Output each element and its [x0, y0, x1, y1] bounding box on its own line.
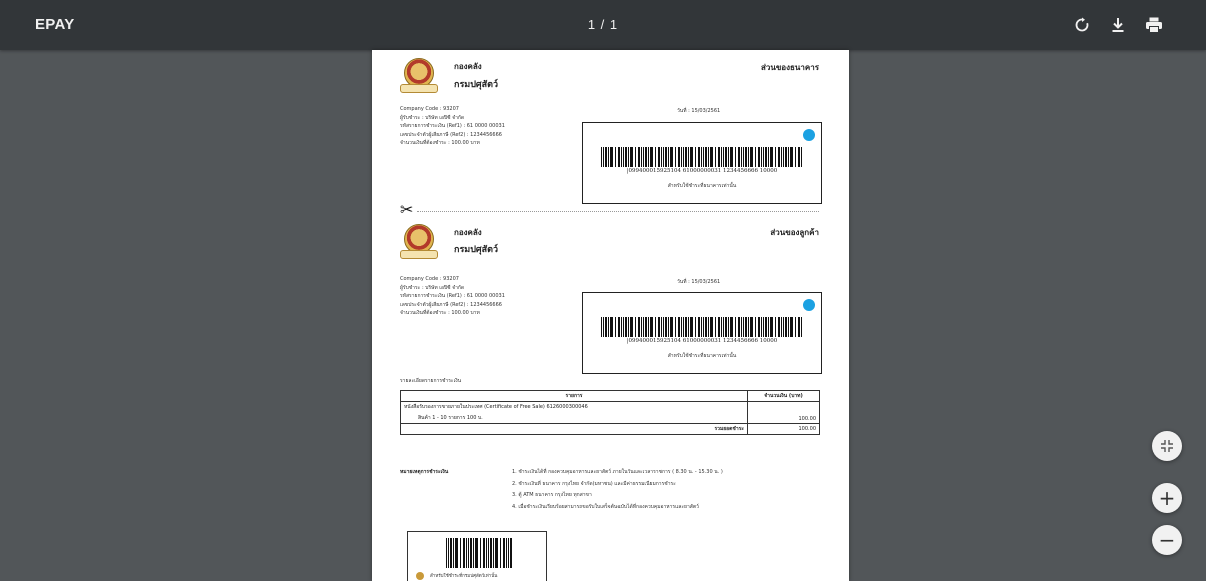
table-total-row: รวมยอดชำระ 100.00 [400, 423, 820, 435]
rotate-button[interactable] [1069, 12, 1095, 38]
ministry-seal-icon [416, 572, 424, 580]
customer-part-title: ส่วนของลูกค้า [770, 228, 819, 237]
info-ref1: รหัสรายการชำระเงิน (Ref1) : 61 0000 0003… [400, 293, 505, 300]
download-icon [1112, 18, 1124, 32]
barcode-number: |099400015925104 61000000031 1234456666 … [626, 168, 778, 174]
download-button[interactable] [1105, 12, 1131, 38]
print-button[interactable] [1141, 12, 1167, 38]
payment-date: วันที่ : 15/03/2561 [677, 279, 721, 285]
seal-ribbon [400, 84, 438, 93]
scissors-icon: ✂ [400, 200, 414, 219]
zoom-out-button[interactable]: − [1152, 525, 1182, 555]
seal-ribbon [400, 250, 438, 259]
barcode [601, 317, 802, 337]
details-title: รายละเอียดรายการชำระเงิน [400, 378, 462, 384]
header-amount: จำนวนเงิน (บาท) [747, 390, 820, 402]
stub-note: สำหรับใช้ชำระที่กรมปศุสัตว์เท่านั้น [430, 574, 498, 579]
table-row: หนังสือรับรองการขายภายในประเทศ (Certific… [400, 401, 820, 424]
header-item: รายการ [400, 390, 748, 402]
payment-date: วันที่ : 15/03/2561 [677, 108, 721, 114]
pdf-toolbar: EPAY 1 / 1 [0, 0, 1206, 50]
stub-barcode [446, 538, 512, 568]
rotate-icon [1075, 17, 1089, 32]
barcode-note: สำหรับใช้ชำระที่ธนาคารเท่านั้น [667, 353, 737, 359]
info-ref2: เลขประจำตัวผู้เสียภาษี (Ref2) : 12344566… [400, 301, 502, 308]
zoom-in-button[interactable]: + [1152, 483, 1182, 513]
table-header-row: รายการ จำนวนเงิน (บาท) [400, 390, 820, 402]
org-line-2: กรมปศุสัตว์ [454, 245, 499, 255]
note-item: 1. ชำระเงินได้ที่ กองควบคุมอาหารและยาสัต… [512, 469, 723, 475]
info-amount: จำนวนเงินที่ต้องชำระ : 100.00 บาท [400, 140, 480, 147]
bank-logo-icon [803, 129, 815, 141]
barcode-number: |099400015925104 61000000031 1234456666 … [626, 338, 778, 344]
info-ref1: รหัสรายการชำระเงิน (Ref1) : 61 0000 0003… [400, 123, 505, 130]
note-item: 3. ตู้ ATM ธนาคาร กรุงไทย ทุกสาขา [512, 492, 592, 498]
page-indicator: 1 / 1 [587, 17, 619, 32]
print-icon [1146, 17, 1162, 33]
zoom-out-icon: − [1158, 528, 1176, 552]
item-amount: 100.00 [747, 401, 820, 424]
fit-page-button[interactable] [1152, 431, 1182, 461]
item-line-1: หนังสือรับรองการขายภายในประเทศ (Certific… [404, 404, 588, 410]
payment-info: Company Code : 93207 ผู้รับชำระ : บริษัท… [400, 275, 505, 318]
item-line-2: สินค้า 1 - 10 รายการ 100 บ. [418, 415, 483, 421]
zoom-in-icon: + [1158, 486, 1176, 510]
pdf-page: กองคลัง กรมปศุสัตว์ ส่วนของธนาคาร Compan… [372, 50, 849, 581]
payment-info: Company Code : 93207 ผู้รับชำระ : บริษัท… [400, 105, 505, 148]
pdf-viewer[interactable]: กองคลัง กรมปศุสัตว์ ส่วนของธนาคาร Compan… [0, 50, 1206, 581]
item-description: หนังสือรับรองการขายภายในประเทศ (Certific… [400, 401, 748, 424]
info-ref2: เลขประจำตัวผู้เสียภาษี (Ref2) : 12344566… [400, 131, 502, 138]
total-amount: 100.00 [747, 423, 820, 435]
info-payee: ผู้รับชำระ : บริษัท เอปิซี จำกัด [400, 114, 465, 121]
bank-logo-icon [803, 299, 815, 311]
info-company-code: Company Code : 93207 [400, 276, 459, 282]
info-company-code: Company Code : 93207 [400, 106, 459, 112]
org-line-1: กองคลัง [454, 228, 482, 237]
note-item: 4. เมื่อชำระเงินเรียบร้อยสามารถขอรับใบเส… [512, 503, 699, 510]
barcode-box: |099400015925104 61000000031 1234456666 … [582, 292, 822, 374]
info-amount: จำนวนเงินที่ต้องชำระ : 100.00 บาท [400, 310, 480, 317]
payment-notes: 1. ชำระเงินได้ที่ กองควบคุมอาหารและยาสัต… [512, 467, 723, 513]
cut-line [417, 211, 819, 212]
barcode-note: สำหรับใช้ชำระที่ธนาคารเท่านั้น [667, 183, 737, 189]
info-payee: ผู้รับชำระ : บริษัท เอปิซี จำกัด [400, 284, 465, 291]
org-line-2: กรมปศุสัตว์ [454, 80, 499, 90]
notes-label: หมายเหตุการชำระเงิน [400, 469, 449, 475]
payment-items-table: รายการ จำนวนเงิน (บาท) หนังสือรับรองการข… [400, 390, 820, 435]
barcode-box: |099400015925104 61000000031 1234456666 … [582, 122, 822, 204]
fit-page-icon [1161, 440, 1173, 452]
bank-part-title: ส่วนของธนาคาร [760, 63, 819, 72]
barcode [601, 147, 802, 167]
note-item: 2. ชำระเงินที่ ธนาคาร กรุงไทย จำกัด(มหาช… [512, 480, 676, 487]
dld-payment-stub: สำหรับใช้ชำระที่กรมปศุสัตว์เท่านั้น [407, 531, 547, 581]
org-line-1: กองคลัง [454, 62, 482, 71]
total-label: รวมยอดชำระ [400, 423, 748, 435]
